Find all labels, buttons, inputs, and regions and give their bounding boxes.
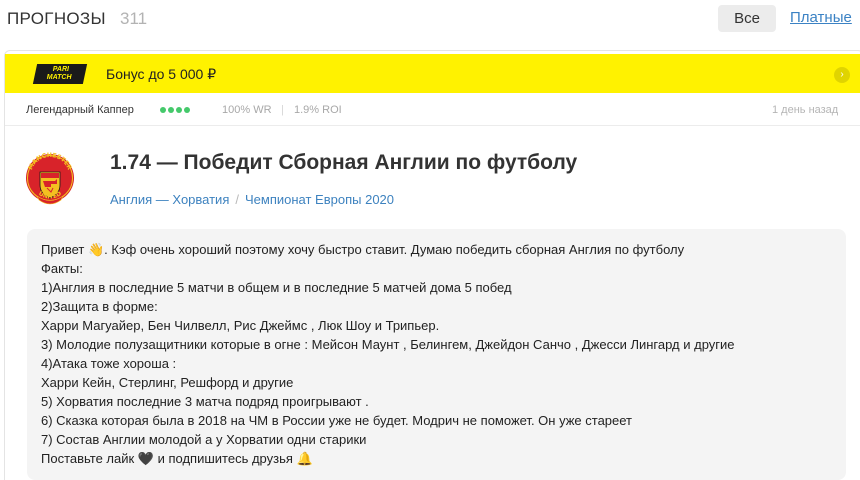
comment-line: Поставьте лайк 🖤 и подпишитесь друзья 🔔 [41,451,313,466]
predictions-count: 311 [120,9,148,28]
comment-line: 3) Молодие полузащитники которые в огне … [41,337,735,352]
chevron-right-icon[interactable]: › [834,67,850,83]
page-title: ПРОГНОЗЫ [7,9,106,28]
comment-line: Харри Кейн, Стерлинг, Решфорд и другие [41,375,294,390]
comment-line: 2)Защита в форме: [41,299,158,314]
match-link[interactable]: Англия — Хорватия [110,192,229,207]
breadcrumb-separator: / [235,192,239,207]
filter-paid-link[interactable]: Платные [790,9,852,26]
manchester-united-crest-icon: MANCHESTER UNITED [26,152,74,205]
promo-text: Бонус до 5 000 ₽ [106,66,217,82]
bet-title: 1.74 — Победит Сборная Англии по футболу [110,151,578,174]
rating-dot [160,107,166,113]
page-header: ПРОГНОЗЫ 311 Все Платные [0,0,860,40]
divider [5,125,860,126]
tipster-meta: Легендарный Каппер 100% WR | 1.9% ROI 1 … [0,101,860,121]
win-rate: 100% WR [222,104,272,116]
comment-line: 4)Атака тоже хороша : [41,356,177,371]
rating-dot [168,107,174,113]
comment-line: 1)Англия в последние 5 матчи в общем и в… [41,280,512,295]
comment-line: 5) Хорватия последние 3 матча подряд про… [41,394,369,409]
rating-dot [184,107,190,113]
comment-line: Привет 👋. Кэф очень хороший поэтому хочу… [41,242,685,257]
rating-dots [160,107,192,119]
prediction-comment: Привет 👋. Кэф очень хороший поэтому хочу… [27,229,846,480]
comment-line: 6) Сказка которая была в 2018 на ЧМ в Ро… [41,413,633,428]
promo-banner[interactable]: PARI MATCH Бонус до 5 000 ₽ › [5,54,860,93]
roi: 1.9% ROI [294,104,342,116]
tournament-link[interactable]: Чемпионат Европы 2020 [245,192,394,207]
comment-line: 7) Состав Англии молодой а у Хорватии од… [41,432,367,447]
breadcrumb: Англия — Хорватия / Чемпионат Европы 2020 [110,192,394,207]
posted-time: 1 день назад [772,104,839,116]
meta-separator: | [281,104,284,116]
tipster-rank[interactable]: Легендарный Каппер [26,104,134,116]
comment-line: Харри Магуайер, Бен Чилвелл, Рис Джеймс … [41,318,440,333]
comment-line: Факты: [41,261,83,276]
filter-all-button[interactable]: Все [718,5,776,32]
rating-dot [176,107,182,113]
parimatch-logo: PARI MATCH [32,64,88,84]
